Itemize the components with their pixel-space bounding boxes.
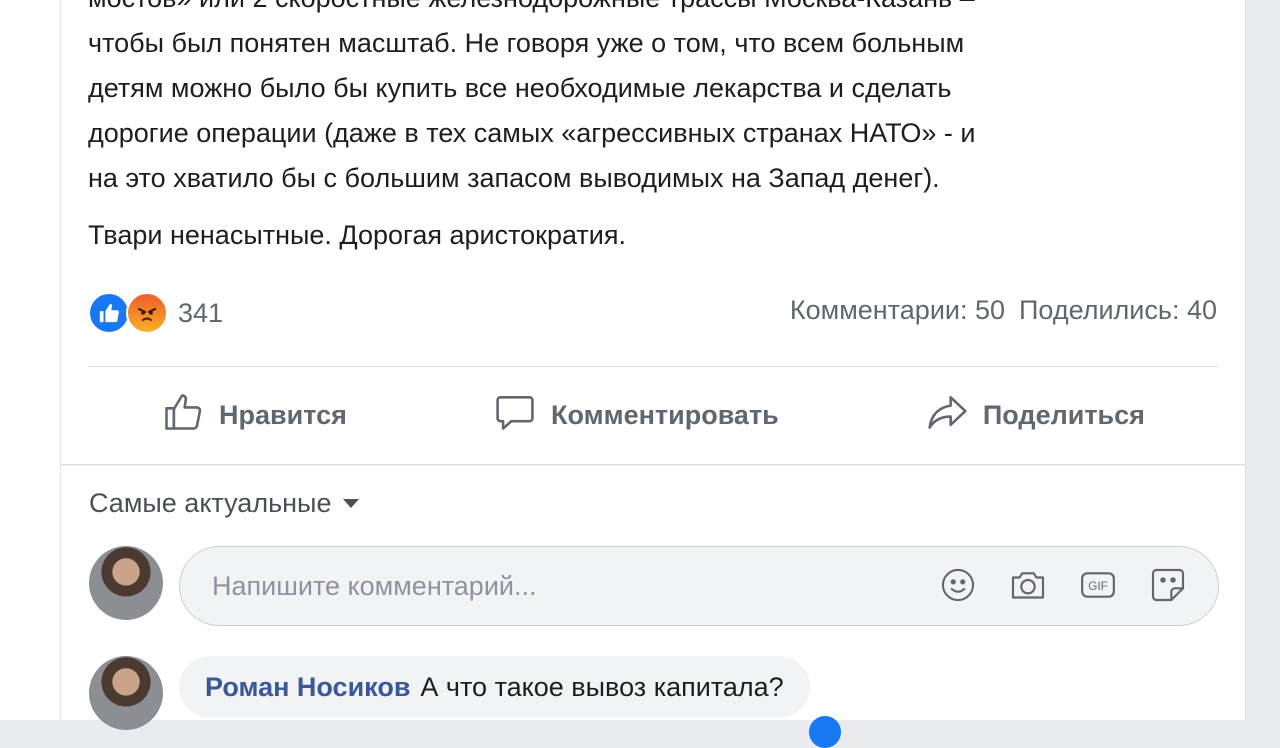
post-paragraph-2: Твари ненасытные. Дорогая аристократия.	[88, 220, 626, 250]
post-paragraph-1: мостов» или 2 скоростные железнодорожные…	[88, 0, 1198, 201]
comment-sort-dropdown[interactable]: Самые актуальные	[89, 488, 360, 519]
avatar[interactable]	[89, 656, 163, 730]
page-background-left	[0, 0, 60, 720]
comment-button-label: Комментировать	[551, 399, 779, 430]
post-body: мостов» или 2 скоростные железнодорожные…	[88, 0, 1198, 258]
comment-author-link[interactable]: Роман Носиков	[205, 672, 410, 703]
share-arrow-icon	[925, 390, 969, 441]
comment-input-box[interactable]: GIF	[179, 546, 1219, 626]
like-icon	[88, 292, 130, 334]
comment-input[interactable]	[210, 569, 914, 603]
thumbs-up-icon	[161, 390, 205, 441]
input-icons: GIF	[938, 565, 1188, 605]
like-button[interactable]: Нравится	[161, 390, 347, 441]
comment-button[interactable]: Комментировать	[493, 390, 779, 441]
post-line: дорогие операции (даже в тех самых «агре…	[88, 118, 976, 148]
comment-reaction-badge[interactable]	[809, 716, 841, 748]
avatar[interactable]	[89, 546, 163, 620]
post-stats: Комментарии: 50 Поделились: 40	[790, 295, 1217, 326]
page-background-right	[1246, 0, 1280, 720]
camera-icon[interactable]	[1008, 565, 1048, 605]
reaction-count: 341	[178, 297, 224, 328]
comments-count-link[interactable]: Комментарии: 50	[790, 295, 1005, 326]
share-button[interactable]: Поделиться	[925, 390, 1145, 441]
like-button-label: Нравится	[219, 399, 347, 430]
post-line: мостов» или 2 скоростные железнодорожные…	[88, 0, 975, 13]
caret-down-icon	[343, 499, 360, 508]
post-line: на это хватило бы с большим запасом выво…	[88, 163, 940, 193]
post-line: чтобы был понятен масштаб. Не говоря уже…	[88, 28, 965, 58]
svg-text:GIF: GIF	[1088, 580, 1107, 593]
reactions-summary[interactable]: 341	[88, 290, 223, 336]
sticker-icon[interactable]	[1148, 565, 1188, 605]
divider	[88, 366, 1218, 367]
comment-text: А что такое вывоз капитала?	[420, 671, 784, 702]
post-line: детям можно было бы купить все необходим…	[88, 73, 952, 103]
sort-label: Самые актуальные	[89, 488, 332, 518]
post-card: мостов» или 2 скоростные железнодорожные…	[60, 0, 1246, 465]
shares-count-link[interactable]: Поделились: 40	[1019, 295, 1217, 326]
angry-icon	[126, 292, 168, 334]
post-actions: Нравится Комментировать Поделиться	[88, 370, 1218, 460]
comments-section: Самые актуальные Напишите комментарий...…	[60, 466, 1246, 748]
speech-bubble-icon	[493, 390, 537, 441]
comment-bubble: Роман Носиков А что такое вывоз капитала…	[179, 656, 810, 718]
share-button-label: Поделиться	[982, 399, 1145, 430]
emoji-icon[interactable]	[938, 565, 978, 605]
gif-icon[interactable]: GIF	[1078, 565, 1118, 605]
